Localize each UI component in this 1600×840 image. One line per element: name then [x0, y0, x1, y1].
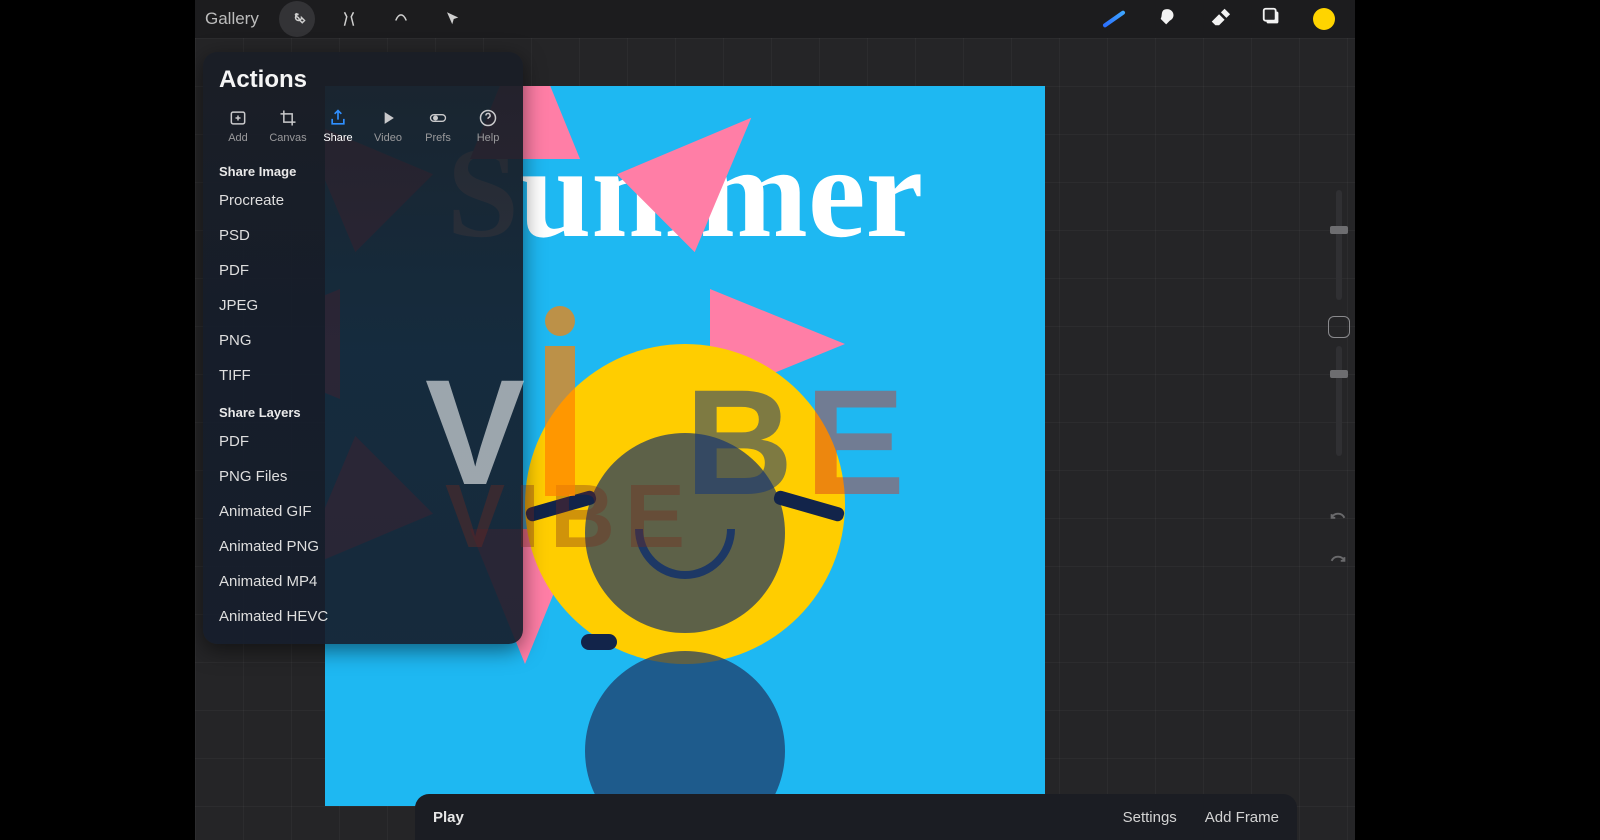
tab-add[interactable]: Add	[213, 104, 263, 152]
selection-icon[interactable]	[383, 1, 419, 37]
section-header-share-image: Share Image	[203, 152, 523, 183]
plus-image-icon	[228, 108, 248, 128]
gallery-button[interactable]: Gallery	[205, 9, 259, 29]
tab-label: Help	[477, 132, 500, 144]
brush-size-slider[interactable]	[1336, 190, 1342, 300]
actions-tab-row: Add Canvas Share Video Prefs Help	[203, 104, 523, 152]
artwork-overlay-letter	[545, 346, 575, 496]
topbar-right-group	[1101, 6, 1345, 33]
tab-video[interactable]: Video	[363, 104, 413, 152]
crop-icon	[278, 108, 298, 128]
tab-label: Video	[374, 132, 402, 144]
tab-share[interactable]: Share	[313, 104, 363, 152]
play-icon	[378, 108, 398, 128]
add-frame-button[interactable]: Add Frame	[1205, 809, 1279, 826]
top-toolbar: Gallery	[195, 0, 1355, 38]
tab-label: Share	[323, 132, 352, 144]
share-layers-animhevc[interactable]: Animated HEVC	[203, 599, 523, 634]
toggle-icon	[428, 108, 448, 128]
share-option-procreate[interactable]: Procreate	[203, 183, 523, 218]
brush-icon[interactable]	[1101, 17, 1127, 21]
eraser-icon[interactable]	[1209, 6, 1231, 33]
actions-panel-title: Actions	[203, 64, 523, 104]
help-icon	[478, 108, 498, 128]
artwork-overlay-letter: E	[805, 356, 905, 529]
animation-bar: Play Settings Add Frame	[415, 794, 1297, 840]
layers-icon[interactable]	[1261, 6, 1283, 33]
tab-help[interactable]: Help	[463, 104, 513, 152]
tab-canvas[interactable]: Canvas	[263, 104, 313, 152]
smudge-icon[interactable]	[1157, 6, 1179, 33]
tab-label: Prefs	[425, 132, 451, 144]
undo-redo-group	[1327, 505, 1349, 575]
share-option-psd[interactable]: PSD	[203, 218, 523, 253]
share-option-pdf[interactable]: PDF	[203, 253, 523, 288]
artwork-overlay-letter: B	[685, 356, 793, 529]
opacity-slider[interactable]	[1336, 346, 1342, 456]
undo-icon[interactable]	[1327, 505, 1349, 532]
eyedropper-button[interactable]	[1328, 316, 1350, 338]
tab-label: Canvas	[269, 132, 306, 144]
adjustments-icon[interactable]	[331, 1, 367, 37]
app-frame: Gallery	[195, 0, 1355, 840]
color-swatch[interactable]	[1313, 8, 1335, 30]
play-button[interactable]: Play	[433, 809, 464, 826]
cursor-icon[interactable]	[435, 1, 471, 37]
animation-settings-button[interactable]: Settings	[1123, 809, 1177, 826]
tab-label: Add	[228, 132, 248, 144]
wrench-icon[interactable]	[279, 1, 315, 37]
share-layers-animmp4[interactable]: Animated MP4	[203, 564, 523, 599]
share-option-jpeg[interactable]: JPEG	[203, 288, 523, 323]
share-up-icon	[328, 108, 348, 128]
topbar-left-group: Gallery	[205, 1, 479, 37]
tab-prefs[interactable]: Prefs	[413, 104, 463, 152]
redo-icon[interactable]	[1327, 548, 1349, 575]
artwork-overlay-letter: V	[425, 346, 525, 519]
side-slider-column	[1321, 190, 1355, 464]
